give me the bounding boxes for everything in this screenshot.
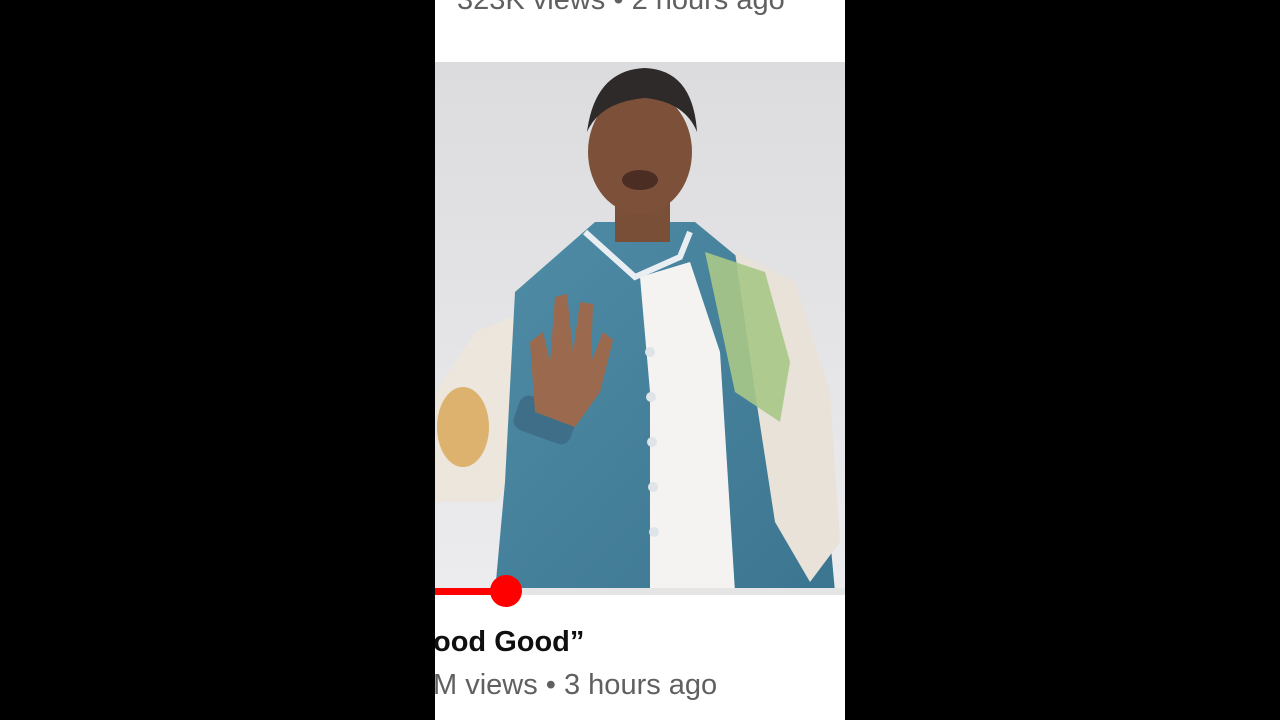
thumbnail-image (435, 62, 845, 592)
video-meta: M views • 3 hours ago (435, 669, 718, 701)
video-stage: 323K views • 2 hours ago ood Good” M vie… (0, 0, 1280, 720)
video-thumbnail[interactable] (435, 62, 845, 592)
previous-video-meta: 323K views • 2 hours ago (457, 0, 785, 16)
scrubber-handle[interactable] (490, 575, 522, 607)
mobile-feed-screen: 323K views • 2 hours ago ood Good” M vie… (435, 0, 845, 720)
video-title[interactable]: ood Good” (435, 626, 584, 659)
